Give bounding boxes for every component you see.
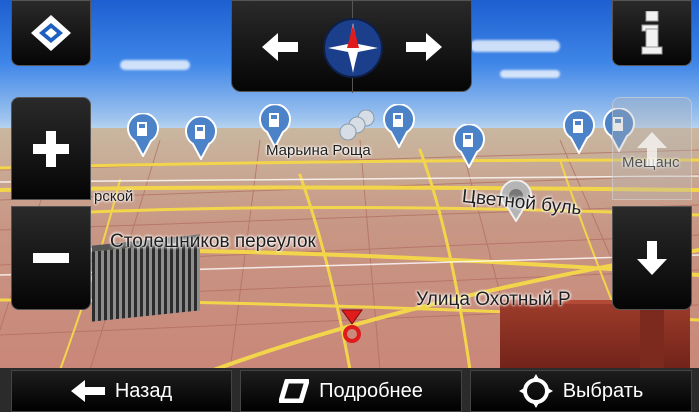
arrow-right-icon[interactable]: [404, 31, 444, 63]
arrow-down-icon: [637, 241, 667, 275]
target-icon: [518, 374, 553, 408]
rotation-control: [231, 0, 472, 93]
fuel-station-icon[interactable]: [562, 110, 596, 154]
details-icon: [279, 379, 310, 403]
back-label: Назад: [114, 379, 173, 402]
street-label: Улица Охотный Р: [416, 289, 571, 310]
minus-icon: [33, 253, 69, 263]
map-cursor-icon[interactable]: [338, 308, 366, 344]
details-button[interactable]: Подробнее: [240, 370, 462, 412]
street-label: Марьина Роща: [266, 142, 371, 159]
select-button[interactable]: Выбрать: [470, 370, 692, 412]
arrow-left-icon[interactable]: [260, 31, 300, 63]
plus-icon: [33, 130, 69, 167]
fuel-station-icon[interactable]: [184, 116, 218, 160]
zoom-in-button[interactable]: [11, 97, 91, 200]
menu-logo-icon: [31, 15, 71, 51]
street-label: Столешников переулок: [110, 231, 316, 252]
fuel-station-icon[interactable]: [452, 124, 486, 168]
fuel-station-icon[interactable]: [126, 113, 160, 157]
select-label: Выбрать: [562, 379, 644, 402]
info-icon: [641, 11, 663, 55]
poi-cluster-icon[interactable]: [336, 108, 380, 144]
tilt-down-button[interactable]: [612, 206, 692, 310]
zoom-out-button[interactable]: [11, 206, 91, 310]
compass-icon[interactable]: [322, 17, 384, 79]
tilt-up-button[interactable]: [612, 97, 692, 200]
back-button[interactable]: Назад: [11, 370, 232, 412]
details-label: Подробнее: [319, 379, 423, 402]
menu-button[interactable]: [11, 0, 91, 66]
back-arrow-icon: [70, 380, 105, 402]
street-label: рской: [94, 188, 134, 205]
arrow-up-icon: [637, 131, 667, 166]
info-button[interactable]: [612, 0, 692, 66]
fuel-station-icon[interactable]: [382, 104, 416, 148]
